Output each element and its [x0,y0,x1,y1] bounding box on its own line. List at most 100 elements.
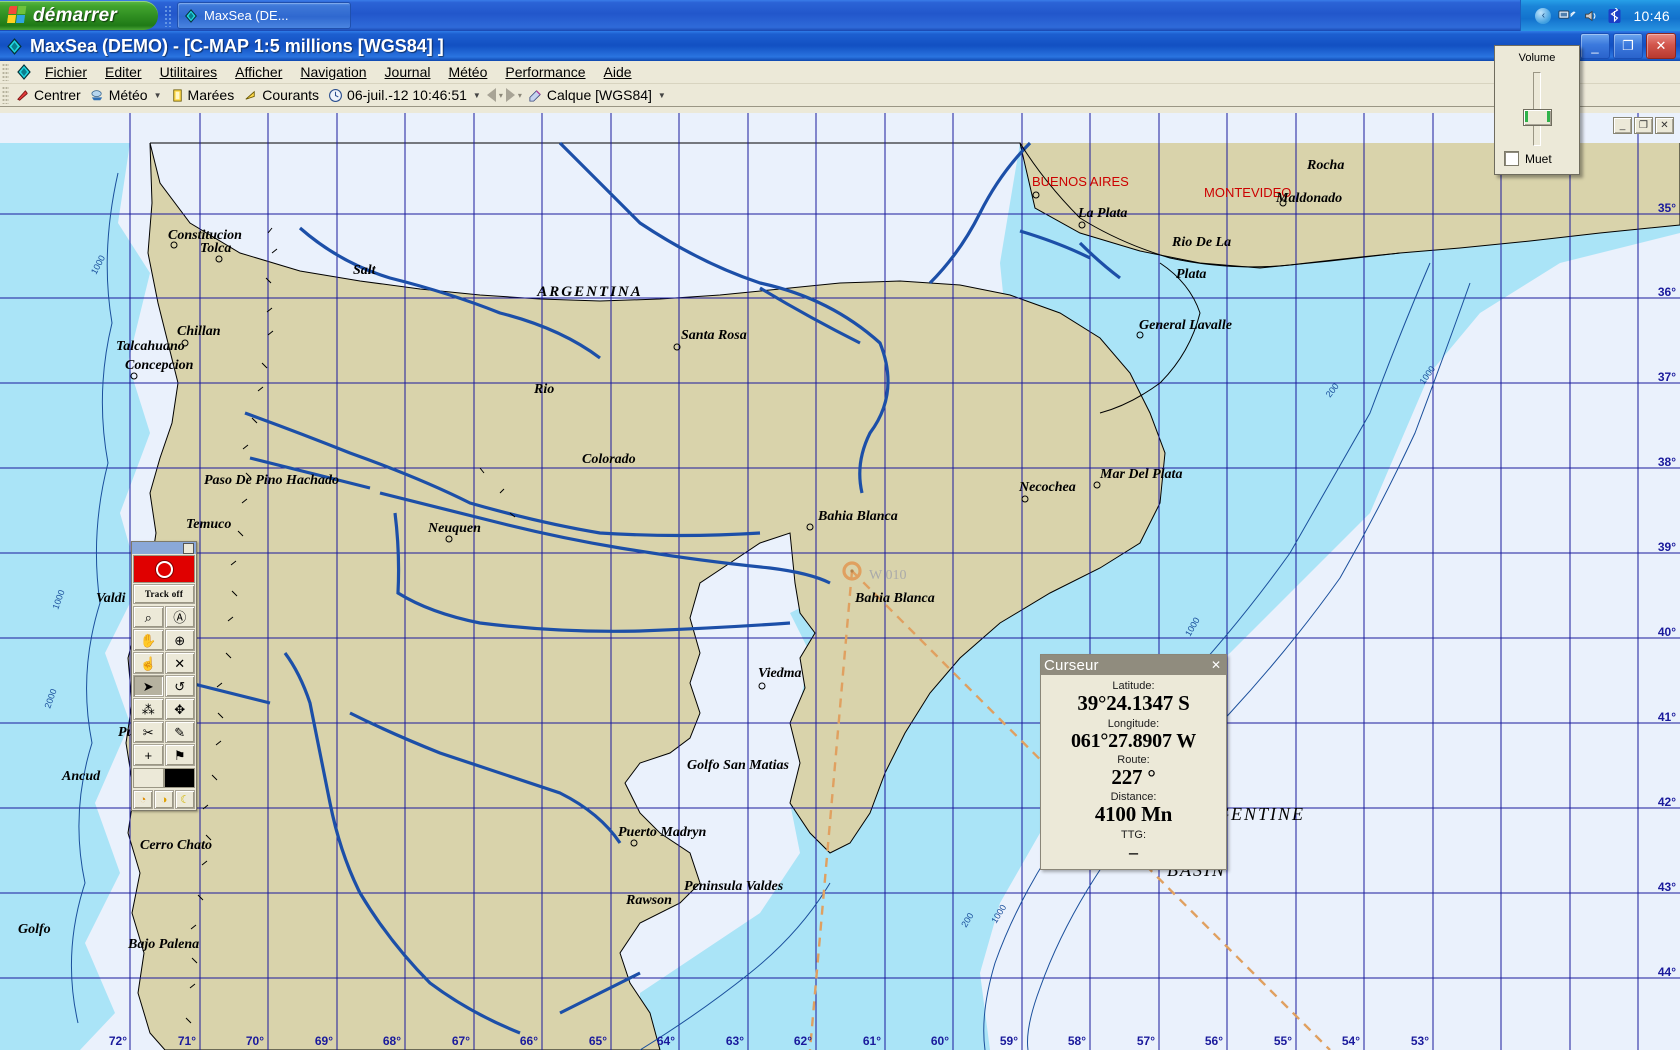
night-moon-icon[interactable]: ☾ [175,790,195,809]
volume-slider-thumb[interactable] [1523,109,1552,126]
nautical-chart[interactable]: ARGENTINA ARGENTINE BASIN BUENOS AIRES M… [0,113,1680,1050]
pencil-tool-button[interactable]: ✎ [164,721,195,743]
menu-navigation[interactable]: Navigation [291,62,375,82]
mdi-restore-button[interactable]: ❐ [1634,117,1653,134]
menu-meteo[interactable]: Météo [439,62,496,82]
network-icon[interactable] [1558,8,1576,23]
pointer-hand-tool-button[interactable]: ☝ [133,652,164,674]
sunrise-icon[interactable]: ◔ [133,790,153,809]
svg-text:56°: 56° [1205,1034,1223,1048]
curseur-ttg-label: TTG: [1120,828,1147,841]
menu-bar: Fichier Editer Utilitaires Afficher Navi… [0,61,1680,84]
toolbar-grip[interactable] [2,86,9,104]
map-label-rio: Rio [533,382,554,397]
toolbar-marees-label: Marées [187,87,235,103]
waypoint-label: W 010 [869,568,906,583]
window-restore-button[interactable]: ❐ [1613,33,1643,59]
svg-text:53°: 53° [1411,1034,1429,1048]
window-close-button[interactable]: ✕ [1646,33,1676,59]
toolbar-calque[interactable]: Calque [WGS84] ▼ [525,86,672,104]
pan-tool-button[interactable]: ✋ [133,629,164,651]
center-tool-button[interactable]: ⊕ [164,629,195,651]
volume-title: Volume [1518,52,1556,64]
cut-tool-button[interactable]: ✂ [133,721,164,743]
taskbar-clock[interactable]: 10:46 [1628,8,1670,24]
volume-slider-track[interactable] [1523,72,1552,146]
svg-text:41°: 41° [1658,710,1676,724]
route-tool-button[interactable]: ✕ [164,652,195,674]
toolbar-marees[interactable]: Marées [168,86,241,104]
curseur-panel[interactable]: Curseur ✕ Latitude: 39°24.1347 S Longitu… [1040,654,1227,870]
tool-palette[interactable]: Track off ⌕ Ⓐ ✋ ⊕ ☝ ✕ ➤ ↺ ⁂ ✥ ✂ ✎ + ⚑ ◔ … [131,541,197,811]
menu-utilitaires[interactable]: Utilitaires [151,62,227,82]
undo-tool-button[interactable]: ↺ [164,675,195,697]
swatch-dark[interactable] [164,768,195,788]
maxsea-window: MaxSea (DEMO) - [C-MAP 1:5 millions [WGS… [0,31,1680,1050]
menu-journal[interactable]: Journal [376,62,440,82]
curseur-ttg-value: – [1129,841,1138,862]
menu-editer[interactable]: Editer [96,62,151,82]
curseur-close-icon[interactable]: ✕ [1209,658,1223,672]
tray-expand-chevron-icon[interactable]: ‹ [1535,7,1552,24]
mute-row[interactable]: Muet [1495,151,1552,166]
system-tray: ‹ 10:46 [1520,0,1680,31]
menu-fichier[interactable]: Fichier [36,62,96,82]
move-tool-button[interactable]: ✥ [164,698,195,720]
taskbar-item-maxsea[interactable]: MaxSea (DE... [177,2,351,29]
map-label-bahia-blanca: Bahia Blanca [817,509,898,524]
currents-icon [245,90,255,100]
flag-waypoint-tool-button[interactable]: ⚑ [164,744,195,766]
add-mark-tool-button[interactable]: + [133,744,164,766]
bluetooth-icon[interactable] [1608,7,1621,24]
swatch-light[interactable] [133,768,164,788]
toolbar-meteo[interactable]: Météo ▼ [87,86,168,104]
palette-alarm-indicator[interactable] [133,555,195,583]
taskbar-grip[interactable] [164,4,172,27]
menu-journal-label: Journal [384,64,431,80]
chevron-down-icon[interactable]: ▼ [154,91,162,100]
chevron-down-icon[interactable]: ▼ [473,91,481,100]
menu-aide[interactable]: Aide [595,62,641,82]
toolbar-datetime[interactable]: 06-juil.-12 10:46:51 ▼ [325,86,487,104]
daylight-glyph: ◑ [160,793,168,806]
curseur-latitude-value: 39°24.1347 S [1077,691,1190,715]
next-triangle-icon[interactable] [505,88,515,102]
track-toggle-button[interactable]: Track off [133,584,195,604]
menu-afficher[interactable]: Afficher [226,62,291,82]
zoom-tool-button[interactable]: ⌕ [133,606,164,628]
map-label-rocha: Rocha [1306,158,1344,173]
svg-text:57°: 57° [1137,1034,1155,1048]
volume-icon[interactable] [1583,8,1601,24]
daylight-icon[interactable]: ◑ [154,790,174,809]
svg-text:55°: 55° [1274,1034,1292,1048]
trackpoints-tool-button[interactable]: ⁂ [133,698,164,720]
menu-performance[interactable]: Performance [496,62,594,82]
mdi-close-button[interactable]: ✕ [1655,117,1674,134]
prev-dot[interactable]: ▾ [499,91,503,100]
start-button[interactable]: démarrer [0,1,158,30]
map-label-temuco: Temuco [186,517,231,532]
mute-checkbox[interactable] [1504,151,1519,166]
chart-canvas[interactable]: ARGENTINA ARGENTINE BASIN BUENOS AIRES M… [0,113,1680,1050]
toolbar-courants[interactable]: Courants [240,86,325,104]
next-dot[interactable]: ▾ [518,91,522,100]
map-label-neuquen: Neuquen [427,521,481,536]
prev-triangle-icon[interactable] [486,88,496,102]
svg-text:65°: 65° [589,1034,607,1048]
window-minimize-button[interactable]: _ [1580,33,1610,59]
palette-title-bar[interactable] [132,542,196,554]
chevron-down-icon[interactable]: ▼ [658,91,666,100]
menubar-grip[interactable] [2,63,9,81]
map-label-necochea: Necochea [1018,480,1076,495]
select-tool-button[interactable]: ➤ [133,675,164,697]
palette-color-swatches[interactable] [133,768,195,788]
toolbar-centrer[interactable]: Centrer [12,86,87,104]
palette-close-box[interactable] [183,542,194,554]
divider-tool-button[interactable]: Ⓐ [164,606,195,628]
volume-panel[interactable]: Volume Muet [1494,45,1580,175]
mdi-minimize-button[interactable]: _ [1613,117,1632,134]
menu-editer-label: Editer [105,64,142,80]
alarm-circle-icon [155,560,173,578]
magnifier-icon: ⌕ [144,609,152,625]
curseur-title-bar[interactable]: Curseur ✕ [1041,655,1226,675]
